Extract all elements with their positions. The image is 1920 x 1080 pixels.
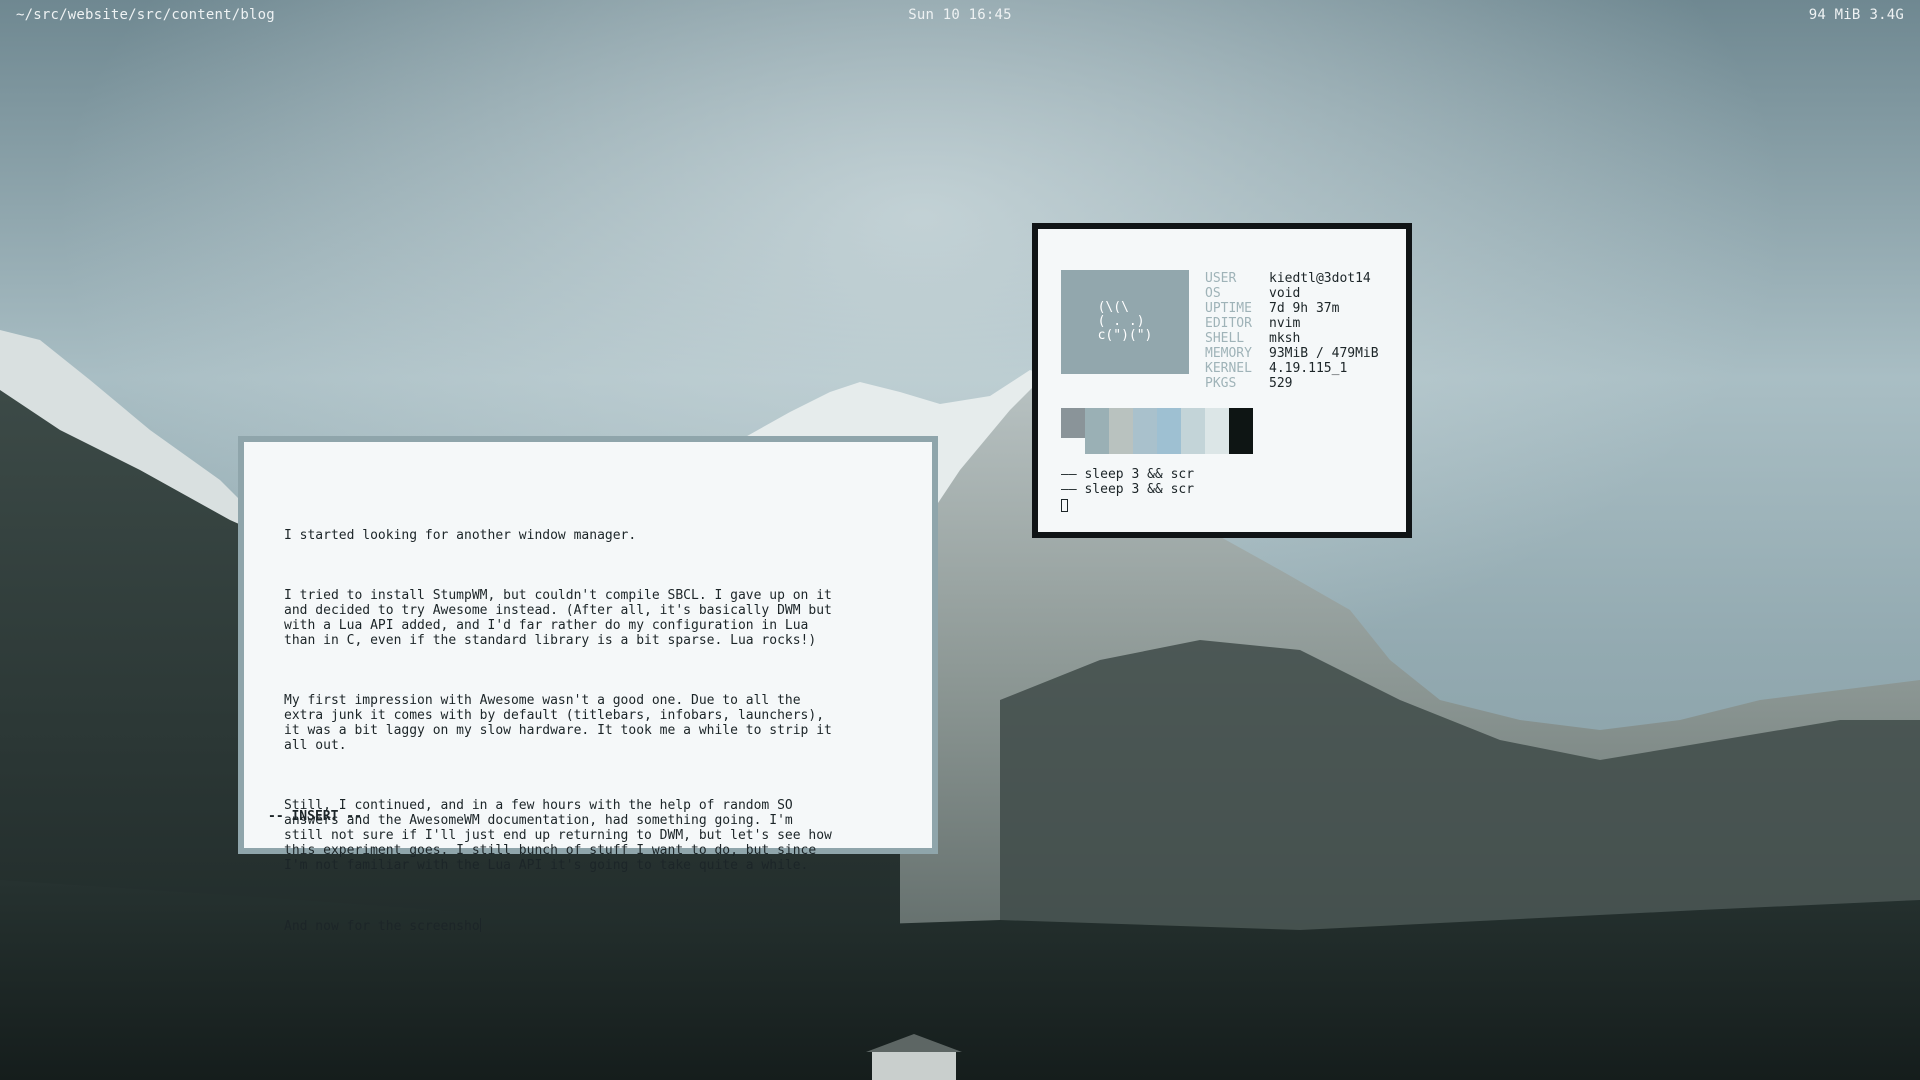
paragraph: I started looking for another window man…	[284, 528, 637, 543]
terminal-cursor	[1061, 499, 1068, 512]
palette-swatch	[1181, 408, 1205, 454]
info-row-memory: MEMORY 93MiB / 479MiB	[1205, 346, 1379, 361]
info-row-pkgs: PKGS 529	[1205, 376, 1293, 391]
info-row-user: USER kiedtl@3dot14	[1205, 271, 1371, 286]
palette-swatch	[1061, 408, 1085, 438]
info-row-shell: SHELL mksh	[1205, 331, 1301, 346]
palette-swatch	[1133, 408, 1157, 454]
editor-buffer[interactable]: I started looking for another window man…	[284, 498, 904, 964]
palette-swatch	[1205, 408, 1229, 454]
paragraph: Still, I continued, and in a few hours w…	[284, 798, 832, 873]
shell-prompt[interactable]	[1061, 497, 1194, 516]
editor-mode-indicator: -- INSERT --	[268, 809, 362, 824]
info-row-editor: EDITOR nvim	[1205, 316, 1301, 331]
paragraph: I tried to install StumpWM, but couldn't…	[284, 588, 832, 648]
info-row-uptime: UPTIME 7d 9h 37m	[1205, 301, 1340, 316]
memory-usage: 94 MiB	[1808, 7, 1861, 23]
info-row-os: OS void	[1205, 286, 1301, 301]
palette-swatch	[1085, 408, 1109, 454]
system-info: USER kiedtl@3dot14 OS void UPTIME 7d 9h 37m…	[1205, 271, 1379, 391]
current-line[interactable]: And now for the screensho	[284, 918, 904, 934]
disk-usage: 3.4G	[1869, 7, 1904, 23]
editor-window[interactable]: I started looking for another window man…	[238, 436, 938, 934]
clock: Sun 10 16:45	[908, 7, 1012, 23]
current-line-text: And now for the screensho	[284, 919, 480, 934]
shell-output[interactable]: —— sleep 3 && scr —— sleep 3 && scr	[1061, 467, 1194, 516]
paragraph: My first impression with Awesome wasn't …	[284, 693, 832, 753]
info-row-kernel: KERNEL 4.19.115_1	[1205, 361, 1348, 376]
bunny-ascii-art: (\(\ ( . .) c(")(")	[1097, 300, 1153, 343]
color-palette	[1061, 408, 1253, 454]
terminal-window[interactable]: (\(\ ( . .) c(")(") USER kiedtl@3dot14 OS…	[1032, 223, 1412, 538]
shell-history-line: —— sleep 3 && scr	[1061, 467, 1195, 482]
bunny-logo: (\(\ ( . .) c(")(")	[1061, 270, 1189, 374]
palette-swatch	[1229, 408, 1253, 454]
shell-history-line: —— sleep 3 && scr	[1061, 482, 1195, 497]
system-stats: 94 MiB 3.4G	[1809, 7, 1904, 23]
status-bar: ~/src/website/src/content/blog Sun 10 16…	[0, 0, 1920, 32]
text-cursor	[479, 918, 481, 932]
palette-swatch	[1109, 408, 1133, 454]
palette-swatch	[1157, 408, 1181, 454]
